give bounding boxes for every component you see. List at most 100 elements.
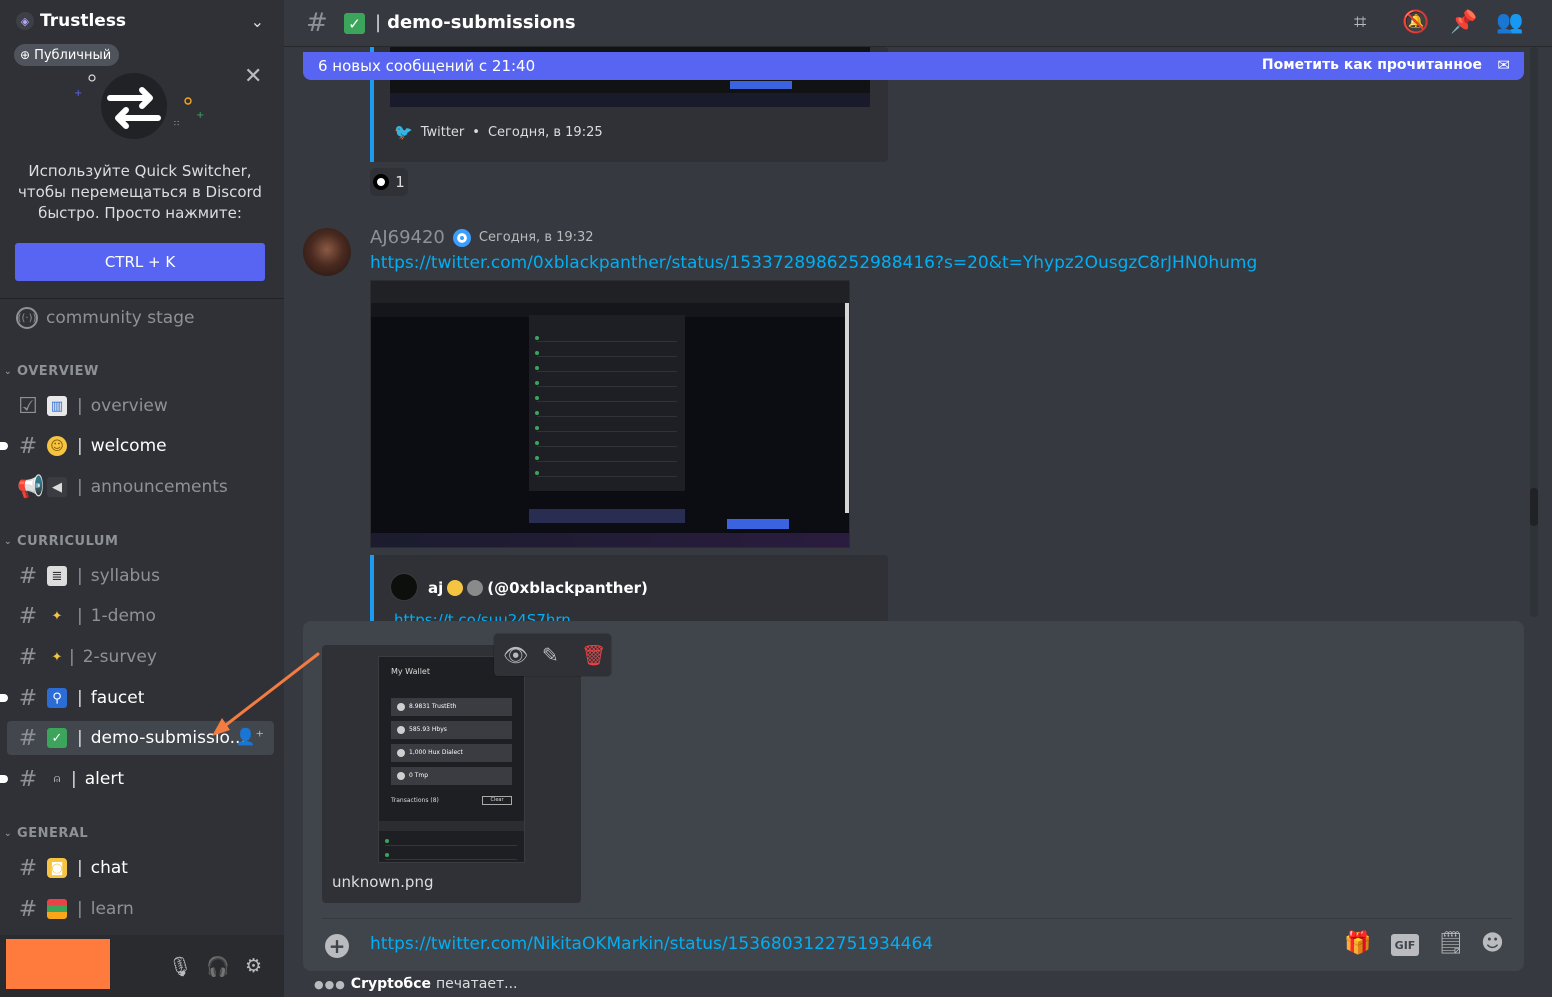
sidebar-item-demo-submissions[interactable]: # ✓ | demo-submissio... 👤⁺	[7, 721, 274, 755]
unread-indicator	[0, 775, 8, 783]
message-header: AJ69420 Сегодня, в 19:32	[370, 227, 594, 248]
chevron-down-icon[interactable]: ⌄	[251, 12, 264, 31]
sidebar-item-welcome[interactable]: # ☺ | welcome	[0, 429, 274, 463]
embed-link[interactable]: https://t.co/suu24S7hrn	[394, 611, 571, 621]
sidebar-item-syllabus[interactable]: # ≣ | syllabus	[7, 559, 274, 593]
unread-indicator	[0, 694, 8, 702]
pin-icon[interactable]: 📌	[1450, 10, 1477, 35]
trash-icon[interactable]: 🗑	[581, 643, 606, 667]
eye-icon[interactable]: 👁	[503, 643, 528, 667]
sidebar-item-chat[interactable]: # ◙ | chat	[7, 851, 274, 885]
check-mark-icon: ✓	[47, 728, 67, 748]
gear-emoji-icon	[467, 580, 484, 596]
screenshot-row	[537, 401, 677, 402]
reaction-emoji-icon	[373, 174, 390, 190]
member-list-icon[interactable]: 👥	[1496, 10, 1523, 35]
chevron-down-icon: ⌄	[4, 828, 13, 839]
server-name[interactable]: ◈ Trustless	[16, 11, 126, 31]
svg-text:+: +	[74, 88, 82, 99]
message-input[interactable]: https://twitter.com/NikitaOKMarkin/statu…	[370, 934, 933, 954]
category-curriculum[interactable]: ⌄ CURRICULUM	[4, 534, 118, 549]
new-messages-bar[interactable]: 6 новых сообщений с 21:40 Пометить как п…	[303, 52, 1524, 80]
redacted-user-info[interactable]	[6, 939, 110, 989]
quick-switcher-shortcut-button[interactable]: CTRL + K	[15, 243, 265, 281]
sidebar-divider	[0, 298, 284, 299]
wallet-tx-dot	[385, 839, 389, 843]
scrollbar-thumb[interactable]	[1530, 488, 1538, 526]
hash-icon: #	[18, 644, 38, 670]
create-invite-icon[interactable]: 👤⁺	[236, 727, 264, 746]
sidebar-item-learn[interactable]: # | learn	[7, 892, 274, 926]
hugging-face-icon: ☺	[47, 436, 67, 456]
megaphone-channel-icon: 📢	[17, 474, 45, 500]
headphones-icon[interactable]: 🎧	[206, 955, 230, 978]
channel-title: | demo-submissions	[375, 12, 576, 33]
avatar[interactable]	[303, 228, 351, 276]
screenshot-row	[537, 341, 677, 342]
notification-muted-icon[interactable]: 🔕	[1402, 10, 1429, 35]
microphone-icon[interactable]: 🎙	[168, 955, 192, 978]
sidebar-item-alert[interactable]: # ⍝ | alert	[0, 762, 274, 796]
attachment-thumbnail: My Wallet 8.9831 TrustEth 585.93 Hbys 1,…	[378, 656, 525, 863]
screenshot-row	[537, 416, 677, 417]
wallet-tx-row	[385, 859, 517, 860]
server-boost-icon: ◈	[16, 12, 34, 30]
chevron-down-icon: ⌄	[4, 536, 13, 547]
hash-icon: #	[18, 685, 38, 711]
hash-icon: #	[18, 725, 38, 751]
twitter-icon: 🐦	[394, 123, 413, 141]
upload-plus-button[interactable]: +	[325, 934, 349, 958]
screenshot-dot	[535, 411, 539, 415]
attachment-card[interactable]: My Wallet 8.9831 TrustEth 585.93 Hbys 1,…	[322, 645, 581, 903]
sidebar-item-overview[interactable]: ☑ ▥ | overview	[7, 389, 274, 423]
embed-author[interactable]: aj (@0xblackpanther)	[428, 579, 648, 597]
category-general[interactable]: ⌄ GENERAL	[4, 826, 88, 841]
scrollbar-track[interactable]	[1530, 47, 1538, 617]
books-icon	[47, 899, 67, 919]
sidebar-item-community-stage[interactable]: ((·)) community stage	[16, 306, 194, 330]
sidebar-item-announcements[interactable]: 📢 ◀ | announcements	[7, 470, 274, 504]
author-name[interactable]: AJ69420	[370, 227, 445, 248]
message-composer: My Wallet 8.9831 TrustEth 585.93 Hbys 1,…	[303, 621, 1524, 971]
embed-author-avatar	[390, 573, 418, 601]
message-link[interactable]: https://twitter.com/0xblackpanther/statu…	[370, 253, 1257, 273]
pencil-icon[interactable]: ✎	[542, 643, 559, 667]
category-overview[interactable]: ⌄ OVERVIEW	[4, 364, 99, 379]
message-list[interactable]: 🐦 Twitter • Сегодня, в 19:25 1 AJ69420 С…	[284, 47, 1552, 621]
user-panel: 🎙 🎧 ⚙	[0, 935, 284, 997]
sticker-icon[interactable]: 🗒	[1437, 931, 1465, 956]
sidebar-item-faucet[interactable]: # ⚲ | faucet	[0, 681, 274, 715]
sidebar-item-2-survey[interactable]: # ✦ | 2-survey	[7, 640, 274, 674]
gif-button[interactable]: GIF	[1391, 934, 1419, 956]
reaction-button[interactable]: 1	[370, 168, 408, 196]
attachment-actions: 👁 ✎ 🗑	[494, 634, 611, 676]
screenshot-dot	[535, 426, 539, 430]
close-icon[interactable]: ✕	[244, 64, 262, 89]
gift-icon[interactable]: 🎁	[1344, 931, 1371, 956]
quick-switcher-text: Используйте Quick Switcher, чтобы переме…	[18, 162, 262, 222]
twitter-embed-2: aj (@0xblackpanther) https://t.co/suu24S…	[370, 555, 888, 621]
server-header[interactable]: ◈ Trustless ⌄	[0, 0, 284, 46]
mark-as-read-button[interactable]: Пометить как прочитанное	[1262, 57, 1482, 73]
mark-read-icon: ✉	[1497, 56, 1510, 74]
screenshot-row	[537, 386, 677, 387]
screenshot-row	[537, 371, 677, 372]
channel-header: # ✓ | demo-submissions ⌗ 🔕 📌 👥	[284, 0, 1552, 47]
screenshot-dot	[535, 336, 539, 340]
screenshot-row	[537, 431, 677, 432]
coin-emoji-icon	[447, 580, 464, 596]
emoji-icon[interactable]: ☻	[1481, 931, 1504, 956]
public-badge[interactable]: ⊕ Публичный	[14, 44, 120, 66]
screenshot-row	[537, 461, 677, 462]
wallet-tx-row	[385, 845, 517, 846]
rotating-light-icon: ⍝	[53, 772, 61, 785]
screenshot-dot	[535, 381, 539, 385]
rules-channel-icon: ☑	[18, 393, 38, 419]
screenshot-row	[537, 446, 677, 447]
embed-image[interactable]	[370, 280, 850, 548]
chevron-down-icon: ⌄	[4, 366, 13, 377]
potable-water-icon: ⚲	[47, 688, 67, 708]
threads-icon[interactable]: ⌗	[1354, 10, 1366, 35]
gear-icon[interactable]: ⚙	[245, 955, 262, 977]
sidebar-item-1-demo[interactable]: # ✦ | 1-demo	[7, 599, 274, 633]
